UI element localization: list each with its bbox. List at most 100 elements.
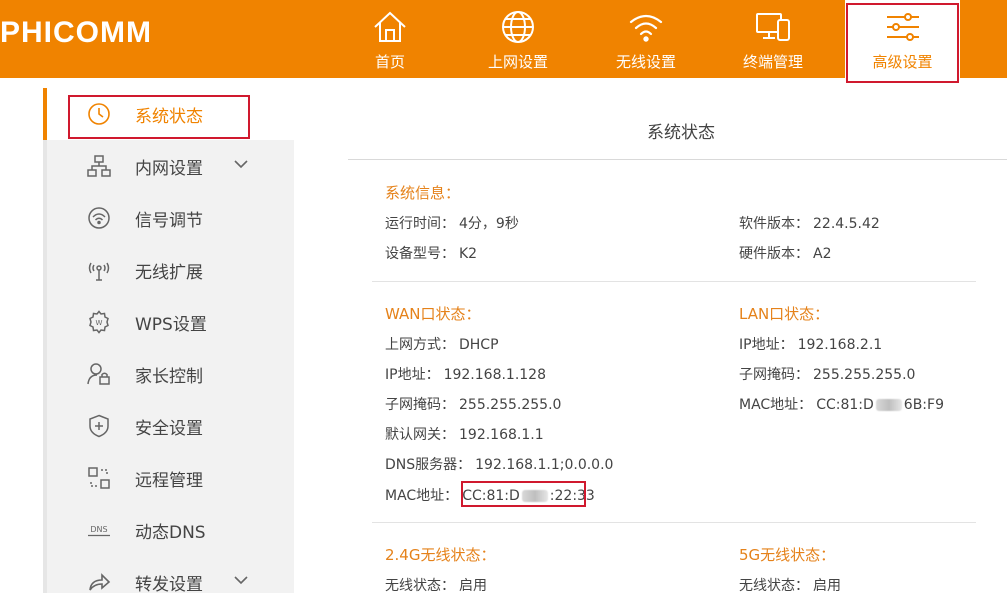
model-value: K2 — [459, 246, 478, 262]
wan-gateway-value: 192.168.1.1 — [459, 427, 544, 443]
sidebar-item-label: 远程管理 — [135, 471, 203, 491]
signal-icon — [88, 207, 110, 229]
wireless-24g-heading: 2.4G无线状态： — [385, 546, 496, 564]
wan-gateway-label: 默认网关： — [385, 427, 455, 443]
model-row: 设备型号： K2 — [385, 243, 477, 263]
lan-mac-suffix: 6B:F9 — [903, 397, 944, 413]
nav-home[interactable]: 首页 — [330, 0, 450, 78]
svg-text:DNS: DNS — [90, 525, 107, 534]
nav-home-label: 首页 — [374, 53, 405, 71]
uptime-value: 4分，9秒 — [459, 216, 519, 232]
sliders-icon — [886, 13, 919, 41]
nav-advanced-label: 高级设置 — [872, 53, 933, 71]
hardware-version-value: A2 — [813, 246, 832, 262]
wan-mask-label: 子网掩码： — [385, 397, 455, 413]
wireless-24g-status-value: 启用 — [459, 578, 487, 593]
remote-icon — [88, 467, 110, 489]
svg-text:W: W — [96, 319, 103, 327]
sidebar-item-dynamic-dns[interactable]: DNS 动态DNS — [47, 504, 298, 556]
sidebar-item-label: 系统状态 — [135, 107, 203, 127]
dns-icon: DNS — [88, 525, 110, 537]
shield-icon — [89, 414, 109, 438]
network-icon — [87, 155, 111, 177]
sidebar-item-label: WPS设置 — [135, 315, 207, 335]
wan-mac-suffix: :22:33 — [549, 488, 595, 504]
sidebar-item-label: 家长控制 — [135, 367, 203, 387]
wireless-5g-status-label: 无线状态： — [739, 578, 809, 593]
nav-device-label: 终端管理 — [742, 53, 803, 71]
hardware-version-label: 硬件版本： — [739, 246, 809, 262]
lan-mask-value: 255.255.255.0 — [813, 367, 916, 383]
software-version-label: 软件版本： — [739, 216, 809, 232]
nav-internet-settings[interactable]: 上网设置 — [458, 0, 578, 78]
wan-mask-value: 255.255.255.0 — [459, 397, 562, 413]
home-icon — [374, 11, 406, 42]
wan-mac-row: MAC地址： CC:81:D:22:33 — [385, 485, 595, 505]
wireless-24g-status-row: 无线状态： 启用 — [385, 575, 487, 593]
wan-gateway-row: 默认网关： 192.168.1.1 — [385, 424, 544, 444]
lan-status-heading: LAN口状态： — [739, 305, 830, 323]
software-version-row: 软件版本： 22.4.5.42 — [739, 213, 880, 233]
uptime-row: 运行时间： 4分，9秒 — [385, 213, 519, 233]
chevron-down-icon[interactable] — [233, 158, 249, 170]
wan-ip-label: IP地址： — [385, 367, 440, 383]
sidebar-item-lan-settings[interactable]: 内网设置 — [47, 140, 298, 192]
lan-mac-prefix: CC:81:D — [816, 397, 874, 413]
system-info-heading: 系统信息： — [385, 184, 461, 202]
model-label: 设备型号： — [385, 246, 455, 262]
sidebar-item-parental-control[interactable]: 家长控制 — [47, 348, 298, 400]
sidebar-item-label: 信号调节 — [135, 211, 203, 231]
sidebar-item-wireless-extend[interactable]: 无线扩展 — [47, 244, 298, 296]
nav-internet-label: 上网设置 — [487, 53, 548, 71]
wan-mac-label: MAC地址： — [385, 488, 459, 504]
nav-device-management[interactable]: 终端管理 — [713, 0, 833, 78]
wan-mac-value: CC:81:D:22:33 — [462, 488, 595, 504]
globe-icon — [502, 11, 534, 43]
sidebar-item-remote-management[interactable]: 远程管理 — [47, 452, 298, 504]
sidebar: 系统状态 内网设置 信号调节 无线扩展 W WPS设置 家长控制 安全设置 远程… — [43, 88, 298, 593]
sidebar-item-signal-adjust[interactable]: 信号调节 — [47, 192, 298, 244]
wan-dns-row: DNS服务器： 192.168.1.1;0.0.0.0 — [385, 454, 613, 474]
wireless-5g-heading: 5G无线状态： — [739, 546, 836, 564]
wifi-icon — [629, 14, 663, 42]
wan-mode-value: DHCP — [459, 337, 499, 353]
sidebar-item-label: 无线扩展 — [135, 263, 203, 283]
lan-ip-value: 192.168.2.1 — [797, 337, 883, 353]
forward-icon — [89, 573, 111, 591]
uptime-label: 运行时间： — [385, 216, 455, 232]
sidebar-item-security-settings[interactable]: 安全设置 — [47, 400, 298, 452]
sidebar-item-label: 安全设置 — [135, 419, 203, 439]
sidebar-item-system-status[interactable]: 系统状态 — [43, 88, 298, 140]
sidebar-item-label: 动态DNS — [135, 523, 206, 543]
devices-icon — [756, 13, 790, 41]
title-divider — [348, 159, 1007, 160]
sidebar-item-wps-settings[interactable]: W WPS设置 — [47, 296, 298, 348]
wan-mode-label: 上网方式： — [385, 337, 455, 353]
clock-icon — [88, 103, 110, 125]
lan-mac-value: CC:81:D 6B:F9 — [816, 397, 944, 413]
wps-gear-icon: W — [89, 310, 109, 334]
nav-wireless-label: 无线设置 — [615, 53, 676, 71]
wan-mode-row: 上网方式： DHCP — [385, 334, 499, 354]
phicomm-logo: PHICOMM — [0, 16, 152, 49]
wireless-5g-status-value: 启用 — [813, 578, 841, 593]
nav-wireless-settings[interactable]: 无线设置 — [586, 0, 706, 78]
section-divider — [372, 522, 976, 523]
lan-mac-label: MAC地址： — [739, 397, 813, 413]
wireless-24g-status-label: 无线状态： — [385, 578, 455, 593]
wan-status-heading: WAN口状态： — [385, 305, 481, 323]
lan-mask-label: 子网掩码： — [739, 367, 809, 383]
lan-mac-row: MAC地址： CC:81:D 6B:F9 — [739, 394, 944, 414]
sidebar-item-label: 转发设置 — [135, 575, 203, 593]
wan-dns-label: DNS服务器： — [385, 457, 472, 473]
sidebar-item-forwarding[interactable]: 转发设置 — [47, 556, 298, 593]
top-header: PHICOMM 首页 上网设置 无线设置 终端管理 高级设置 — [0, 0, 1007, 78]
section-divider — [372, 281, 976, 282]
chevron-down-icon[interactable] — [233, 574, 249, 586]
wireless-extend-icon — [88, 262, 110, 281]
nav-advanced-settings[interactable]: 高级设置 — [845, 0, 960, 78]
page-title: 系统状态 — [647, 123, 715, 143]
sidebar-item-label: 内网设置 — [135, 159, 203, 179]
wireless-5g-status-row: 无线状态： 启用 — [739, 575, 841, 593]
hardware-version-row: 硬件版本： A2 — [739, 243, 831, 263]
